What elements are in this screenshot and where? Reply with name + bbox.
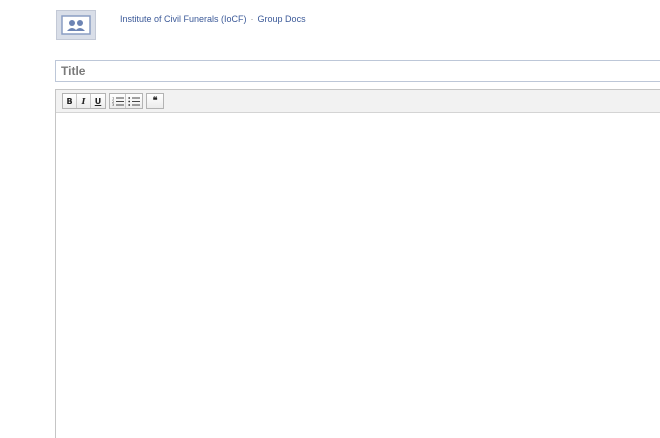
italic-button[interactable]: I bbox=[77, 94, 91, 108]
quote-button[interactable]: ❝ bbox=[147, 94, 163, 108]
group-docs-link[interactable]: Group Docs bbox=[258, 14, 306, 24]
bulleted-list-icon bbox=[128, 97, 140, 106]
group-doc-editor-page: Institute of Civil Funerals (IoCF) · Gro… bbox=[0, 0, 660, 438]
numbered-list-icon: 1 2 3 bbox=[112, 97, 124, 106]
doc-editor: B I U 1 2 3 ❝ bbox=[55, 89, 660, 438]
title-input[interactable] bbox=[56, 61, 660, 81]
list-button-group: 1 2 3 bbox=[109, 93, 143, 109]
quote-button-group: ❝ bbox=[146, 93, 164, 109]
group-icon bbox=[61, 15, 91, 35]
group-header: Institute of Civil Funerals (IoCF) · Gro… bbox=[56, 10, 306, 40]
breadcrumb: Institute of Civil Funerals (IoCF) · Gro… bbox=[120, 14, 306, 24]
bold-button[interactable]: B bbox=[63, 94, 77, 108]
svg-text:3: 3 bbox=[112, 103, 114, 106]
editor-toolbar: B I U 1 2 3 ❝ bbox=[56, 90, 660, 113]
editor-content-area[interactable] bbox=[56, 113, 660, 438]
numbered-list-button[interactable]: 1 2 3 bbox=[110, 94, 126, 108]
group-name-link[interactable]: Institute of Civil Funerals (IoCF) bbox=[120, 14, 247, 24]
group-avatar[interactable] bbox=[56, 10, 96, 40]
underline-button[interactable]: U bbox=[91, 94, 105, 108]
breadcrumb-separator: · bbox=[250, 14, 254, 24]
quote-icon: ❝ bbox=[152, 96, 158, 106]
format-button-group: B I U bbox=[62, 93, 106, 109]
title-field-container bbox=[55, 60, 660, 82]
bulleted-list-button[interactable] bbox=[126, 94, 142, 108]
